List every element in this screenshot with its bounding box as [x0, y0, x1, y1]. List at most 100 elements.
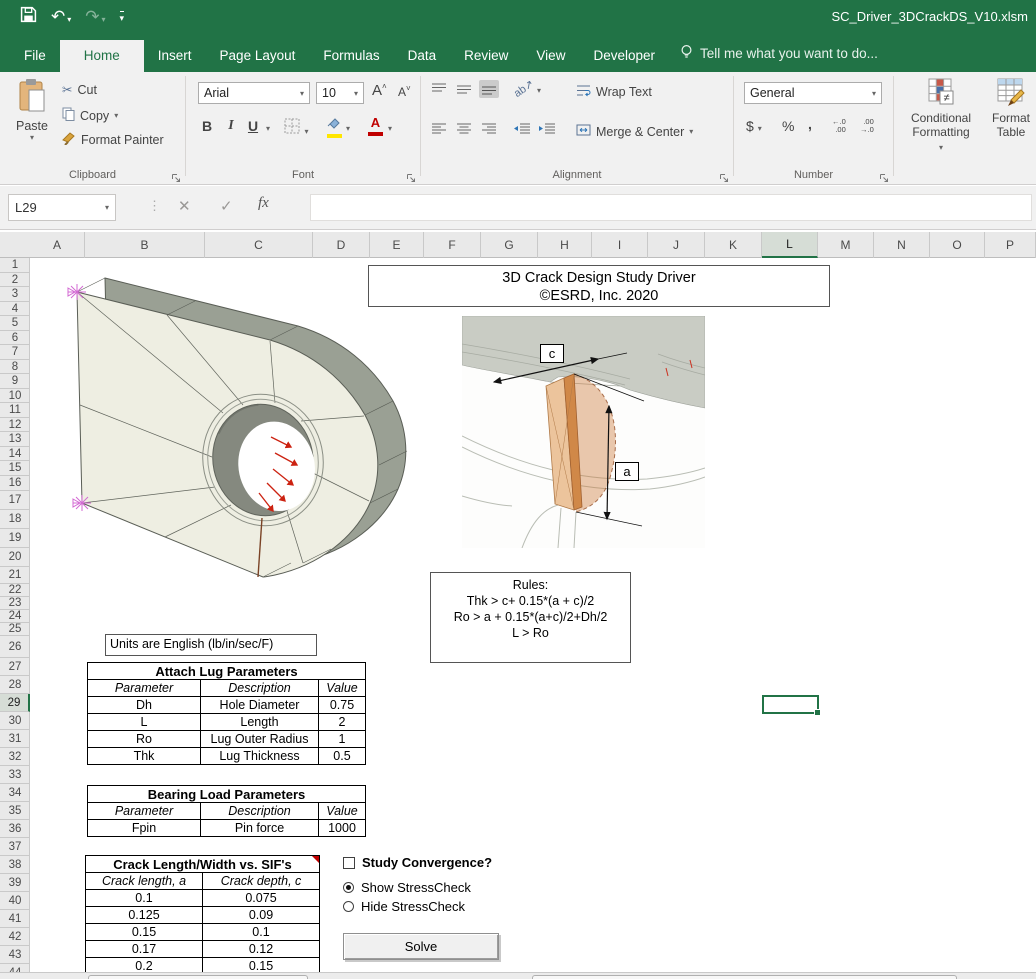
undo-dropdown-icon[interactable]: ▾ [67, 15, 71, 24]
tab-insert[interactable]: Insert [144, 40, 206, 72]
cell[interactable]: 0.17 [86, 941, 203, 958]
merge-center-dropdown-icon[interactable]: ▾ [689, 127, 693, 136]
row-header-43[interactable]: 43 [0, 946, 30, 964]
show-stresscheck-radio[interactable]: Show StressCheck [343, 880, 543, 895]
cell[interactable]: Hole Diameter [201, 697, 319, 714]
column-header-E[interactable]: E [370, 232, 424, 258]
cell[interactable]: 0.5 [319, 748, 366, 765]
insert-function-icon[interactable]: fx [258, 195, 269, 212]
row-header-26[interactable]: 26 [0, 636, 30, 658]
borders-button[interactable]: ▾ [284, 118, 308, 139]
paste-dropdown-icon[interactable]: ▾ [10, 133, 54, 142]
column-header[interactable]: Crack depth, c [203, 873, 320, 890]
paste-button[interactable]: Paste ▾ [10, 78, 54, 142]
cell[interactable]: Lug Outer Radius [201, 731, 319, 748]
row-header-2[interactable]: 2 [0, 273, 30, 287]
column-header-P[interactable]: P [985, 232, 1036, 258]
font-size-combo[interactable]: 10▾ [316, 82, 364, 104]
cell[interactable]: Thk [88, 748, 201, 765]
percent-format-button[interactable]: % [782, 118, 794, 134]
fill-color-button[interactable] [326, 116, 342, 138]
orientation-dropdown-icon[interactable]: ▾ [537, 86, 541, 95]
row-header-40[interactable]: 40 [0, 892, 30, 910]
cancel-entry-icon[interactable]: ✕ [178, 197, 191, 215]
row-header-12[interactable]: 12 [0, 418, 30, 432]
row-header-41[interactable]: 41 [0, 910, 30, 928]
align-top-icon[interactable] [429, 80, 449, 98]
row-header-9[interactable]: 9 [0, 374, 30, 389]
copy-dropdown-icon[interactable]: ▾ [114, 111, 118, 120]
cell[interactable]: Ro [88, 731, 201, 748]
column-header-L[interactable]: L [762, 232, 818, 258]
cell[interactable]: 1000 [319, 820, 366, 837]
customize-quick-access-icon[interactable]: ▾ [120, 11, 125, 24]
row-header-38[interactable]: 38 [0, 856, 30, 874]
row-header-39[interactable]: 39 [0, 874, 30, 892]
row-header-33[interactable]: 33 [0, 766, 30, 784]
row-header-17[interactable]: 17 [0, 491, 30, 510]
cell[interactable]: 1 [319, 731, 366, 748]
row-header-10[interactable]: 10 [0, 389, 30, 403]
underline-button[interactable]: U [244, 118, 262, 134]
row-header-24[interactable]: 24 [0, 610, 30, 623]
column-header-J[interactable]: J [648, 232, 705, 258]
cell[interactable]: 2 [319, 714, 366, 731]
row-header-5[interactable]: 5 [0, 316, 30, 331]
cell[interactable]: 0.125 [86, 907, 203, 924]
row-header-11[interactable]: 11 [0, 403, 30, 418]
row-header-1[interactable]: 1 [0, 258, 30, 273]
align-left-icon[interactable] [429, 120, 449, 138]
tab-data[interactable]: Data [394, 40, 451, 72]
tab-file[interactable]: File [10, 40, 60, 72]
increase-indent-icon[interactable] [536, 120, 556, 138]
fill-color-dropdown-icon[interactable]: ▾ [346, 124, 350, 133]
radio-unselected-icon[interactable] [343, 901, 354, 912]
formula-bar-splitter[interactable]: ⋮ [148, 198, 161, 214]
row-header-42[interactable]: 42 [0, 928, 30, 946]
row-header-30[interactable]: 30 [0, 712, 30, 730]
column-header[interactable]: Value [319, 680, 366, 697]
sheet-tab[interactable] [88, 975, 308, 979]
cell[interactable]: 0.075 [203, 890, 320, 907]
shrink-font-button[interactable]: A˅ [398, 84, 411, 99]
cell[interactable]: Fpin [88, 820, 201, 837]
row-header-21[interactable]: 21 [0, 567, 30, 584]
checkbox-icon[interactable] [343, 857, 355, 869]
format-painter-button[interactable]: Format Painter [62, 132, 164, 148]
alignment-dialog-launcher-icon[interactable] [719, 170, 729, 180]
tab-review[interactable]: Review [450, 40, 522, 72]
solve-button[interactable]: Solve [343, 933, 499, 960]
column-header-C[interactable]: C [205, 232, 313, 258]
cell[interactable]: Dh [88, 697, 201, 714]
column-header[interactable]: Crack length, a [86, 873, 203, 890]
currency-format-button[interactable]: $ ▾ [746, 118, 762, 134]
column-header-D[interactable]: D [313, 232, 370, 258]
conditional-formatting-button[interactable]: ≠ ConditionalFormatting ▾ [910, 78, 972, 155]
align-center-icon[interactable] [454, 120, 474, 138]
sheet-tab[interactable] [532, 975, 957, 979]
cell[interactable]: 0.1 [86, 890, 203, 907]
row-header-32[interactable]: 32 [0, 748, 30, 766]
column-header-K[interactable]: K [705, 232, 762, 258]
tab-developer[interactable]: Developer [579, 40, 669, 72]
save-icon[interactable] [20, 6, 37, 28]
column-header-G[interactable]: G [481, 232, 538, 258]
row-header-13[interactable]: 13 [0, 432, 30, 447]
cell[interactable]: 0.1 [203, 924, 320, 941]
row-header-16[interactable]: 16 [0, 476, 30, 491]
column-header-O[interactable]: O [930, 232, 985, 258]
row-header-35[interactable]: 35 [0, 802, 30, 820]
row-header-7[interactable]: 7 [0, 345, 30, 360]
font-color-dropdown-icon[interactable]: ▾ [388, 124, 392, 133]
cut-button[interactable]: ✂Cut [62, 82, 97, 97]
cell[interactable]: 0.09 [203, 907, 320, 924]
column-header[interactable]: Parameter [88, 803, 201, 820]
row-header-29[interactable]: 29 [0, 694, 30, 712]
wrap-text-button[interactable]: Wrap Text [576, 84, 652, 100]
tab-home[interactable]: Home [60, 40, 144, 72]
undo-button[interactable]: ↶▾ [51, 7, 71, 27]
cell[interactable]: Length [201, 714, 319, 731]
clipboard-dialog-launcher-icon[interactable] [171, 170, 181, 180]
grow-font-button[interactable]: A˄ [372, 82, 387, 99]
formula-input[interactable] [310, 194, 1032, 221]
